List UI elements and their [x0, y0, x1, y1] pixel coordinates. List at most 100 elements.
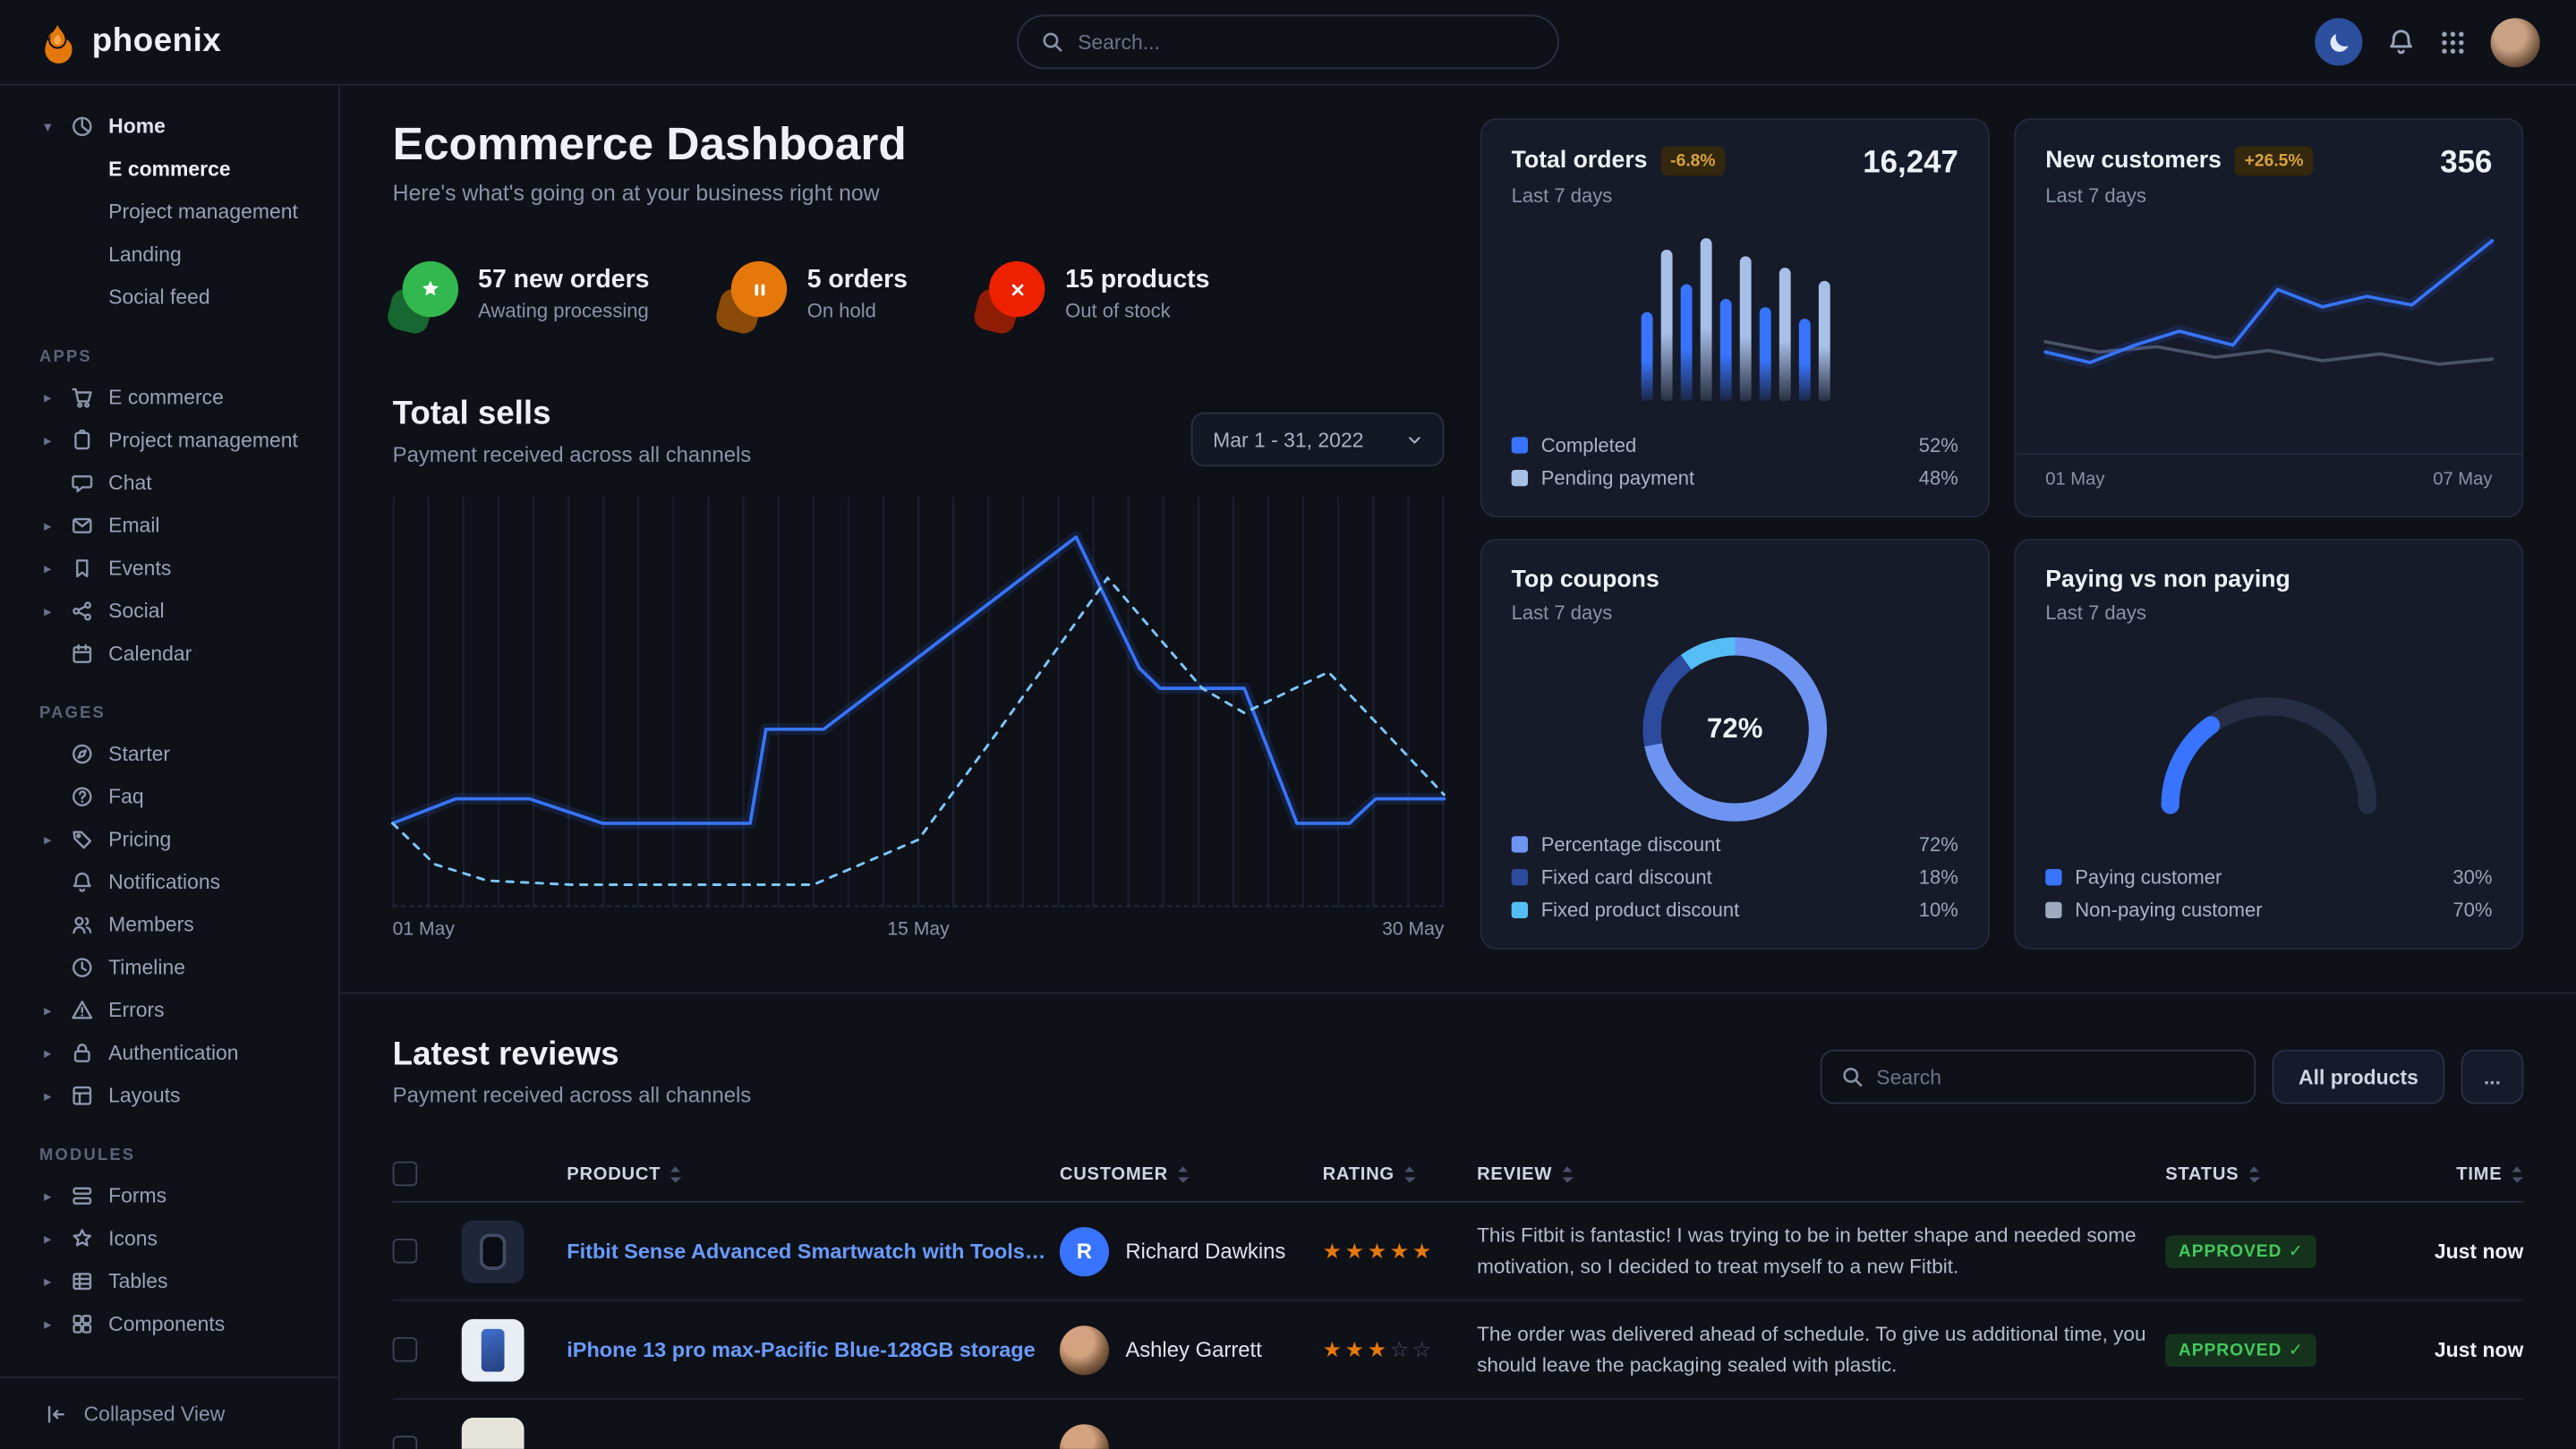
caret-right-icon: ▸ — [39, 1273, 55, 1291]
column-header-review[interactable]: REVIEW — [1477, 1163, 2152, 1183]
sort-icon — [1403, 1163, 1416, 1183]
x-fill-icon — [990, 261, 1045, 317]
stat-value: 15 products — [1065, 266, 1209, 295]
sidebar-item-home[interactable]: ▾Home — [0, 105, 338, 148]
row-checkbox[interactable] — [393, 1337, 418, 1362]
column-header-customer[interactable]: CUSTOMER — [1060, 1163, 1309, 1183]
sidebar-item-components[interactable]: ▸Components — [0, 1303, 338, 1346]
product-link[interactable]: iPhone 13 pro max-Pacific Blue-128GB sto… — [567, 1337, 1046, 1362]
card-title: Top coupons — [1512, 567, 1659, 592]
sidebar-item-label: Faq — [108, 785, 144, 808]
column-label: RATING — [1323, 1163, 1395, 1183]
sidebar-item-e-commerce[interactable]: ▸ E commerce — [0, 376, 338, 419]
sidebar-item-timeline[interactable]: Timeline — [0, 946, 338, 989]
date-range-select[interactable]: Mar 1 - 31, 2022 — [1191, 413, 1444, 467]
reviews-controls: All products ... — [1821, 1050, 2523, 1104]
sidebar-item-label: Members — [108, 914, 194, 937]
alert-icon — [69, 997, 95, 1023]
notifications-button[interactable] — [2387, 28, 2415, 55]
brand[interactable]: phoenix — [36, 21, 221, 64]
user-avatar[interactable] — [2491, 17, 2540, 66]
column-header-rating[interactable]: RATING — [1323, 1163, 1464, 1183]
reviews-table: PRODUCT CUSTOMER RATING REVIEW STATUS TIME Fit… — [393, 1146, 2524, 1449]
more-options-button[interactable]: ... — [2461, 1050, 2524, 1104]
clock-icon — [69, 954, 95, 980]
product-link[interactable]: Fitbit Sense Advanced Smartwatch with To… — [567, 1239, 1046, 1264]
row-checkbox[interactable] — [393, 1436, 418, 1449]
sidebar-item-pricing[interactable]: ▸Pricing — [0, 818, 338, 861]
sidebar-item-label: Notifications — [108, 871, 220, 894]
users-icon — [69, 912, 95, 938]
sort-icon — [1176, 1163, 1190, 1183]
sidebar-item-faq[interactable]: Faq — [0, 775, 338, 818]
top-coupons-donut-chart: 72% — [1643, 636, 1828, 821]
column-label: TIME — [2456, 1163, 2502, 1183]
sidebar-item-icons[interactable]: ▸Icons — [0, 1217, 338, 1260]
caret-right-icon: ▸ — [39, 559, 55, 577]
sidebar-item-e-commerce[interactable]: E commerce — [0, 148, 338, 191]
sidebar-item-social-feed[interactable]: Social feed — [0, 276, 338, 319]
legend-value: 48% — [1919, 466, 1958, 490]
sidebar-item-notifications[interactable]: Notifications — [0, 861, 338, 904]
column-header-product[interactable]: PRODUCT — [567, 1163, 1046, 1183]
sidebar-item-label: E commerce — [108, 158, 230, 181]
tag-icon — [69, 826, 95, 852]
sort-icon — [2511, 1163, 2524, 1183]
total-sells-x-axis: 01 May15 May30 May — [393, 920, 1445, 940]
sidebar-item-layouts[interactable]: ▸Layouts — [0, 1074, 338, 1117]
phoenix-logo-icon — [36, 21, 79, 64]
legend-item-fixed-product-discount: Fixed product discount10% — [1512, 899, 1958, 922]
caret-right-icon: ▸ — [39, 516, 55, 534]
status-cell: APPROVED✓ — [2165, 1234, 2372, 1267]
sidebar-item-project-management[interactable]: ▸Project management — [0, 419, 338, 462]
collapsed-view-button[interactable]: Collapsed View — [0, 1377, 338, 1449]
sidebar-item-calendar[interactable]: Calendar — [0, 633, 338, 676]
share-icon — [69, 598, 95, 624]
sidebar-item-label: Home — [108, 115, 166, 138]
caret-right-icon: ▸ — [39, 388, 55, 406]
app-grid-button[interactable] — [2440, 29, 2466, 55]
total-orders-value: 16,247 — [1863, 146, 1958, 207]
collapsed-view-label: Collapsed View — [84, 1402, 226, 1426]
sidebar-nav: ▾Home E commerce Project managementLanding… — [0, 85, 338, 1377]
sidebar-item-events[interactable]: ▸Events — [0, 547, 338, 590]
new-customers-chart — [2045, 226, 2492, 401]
sidebar-item-label: E commerce — [108, 386, 224, 409]
moon-icon — [2327, 30, 2350, 54]
status-badge: APPROVED✓ — [2165, 1334, 2316, 1367]
review-text: This Fitbit is fantastic! I was trying t… — [1477, 1221, 2152, 1282]
sidebar-item-landing[interactable]: Landing — [0, 234, 338, 277]
sidebar-item-authentication[interactable]: ▸Authentication — [0, 1032, 338, 1075]
customer-cell: Ashley Garrett — [1060, 1325, 1309, 1374]
paying-gauge-chart — [2045, 624, 2492, 865]
legend-swatch — [2045, 869, 2061, 885]
sidebar-item-members[interactable]: Members — [0, 904, 338, 947]
sidebar-item-chat[interactable]: Chat — [0, 462, 338, 505]
all-products-button[interactable]: All products — [2273, 1050, 2445, 1104]
components-icon — [69, 1311, 95, 1337]
column-header-time[interactable]: TIME — [2385, 1163, 2523, 1183]
sidebar-item-errors[interactable]: ▸Errors — [0, 989, 338, 1032]
sidebar-item-starter[interactable]: Starter — [0, 733, 338, 776]
sidebar-item-tables[interactable]: ▸Tables — [0, 1260, 338, 1303]
compass-icon — [69, 741, 95, 767]
product-thumbnail — [462, 1417, 525, 1449]
mail-icon — [69, 513, 95, 539]
legend-swatch — [1512, 902, 1528, 918]
select-all-checkbox[interactable] — [393, 1162, 418, 1187]
sidebar-item-project-management[interactable]: Project management — [0, 191, 338, 234]
table-header-row: PRODUCT CUSTOMER RATING REVIEW STATUS TIME — [393, 1146, 2524, 1202]
legend-label: Non-paying customer — [2075, 899, 2262, 922]
column-header-status[interactable]: STATUS — [2165, 1163, 2372, 1183]
legend-swatch — [1512, 437, 1528, 453]
sidebar-item-email[interactable]: ▸Email — [0, 504, 338, 547]
theme-toggle-button[interactable] — [2315, 18, 2362, 65]
sidebar-item-social[interactable]: ▸Social — [0, 590, 338, 633]
legend-label: Pending payment — [1541, 466, 1694, 490]
row-checkbox[interactable] — [393, 1239, 418, 1264]
reviews-search-input[interactable] — [1876, 1065, 2234, 1088]
date-range-value: Mar 1 - 31, 2022 — [1213, 428, 1363, 451]
global-search-input[interactable] — [1078, 30, 1534, 54]
search-icon — [1042, 31, 1063, 53]
sidebar-item-forms[interactable]: ▸Forms — [0, 1174, 338, 1217]
